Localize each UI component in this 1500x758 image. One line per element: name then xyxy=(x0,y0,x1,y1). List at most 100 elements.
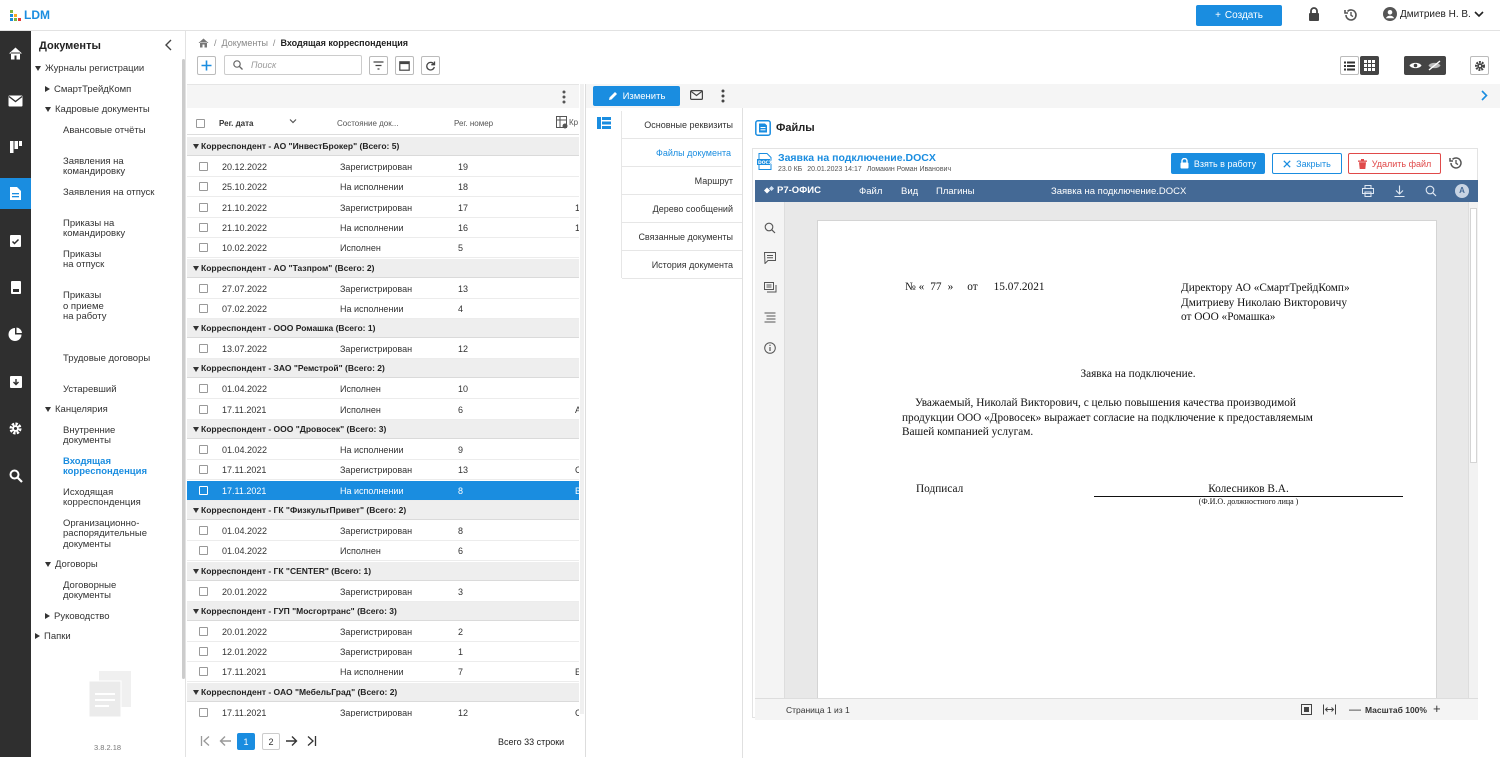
create-button[interactable]: + Создать xyxy=(1196,5,1282,26)
caret-down-icon[interactable] xyxy=(193,265,199,271)
app-logo[interactable]: LDM xyxy=(10,8,50,22)
nav-item[interactable]: Приказы о приеме на работу xyxy=(63,290,107,323)
table-group-header[interactable]: Корреспондент - ОАО "МебельГрад" (Всего:… xyxy=(187,682,579,702)
fit-width-icon[interactable] xyxy=(1323,704,1336,715)
nav-item[interactable]: Авансовые отчёты xyxy=(63,125,157,137)
table-group-header[interactable]: Корреспондент - ЗАО "Ремстрой" (Всего: 2… xyxy=(187,359,579,379)
caret-down-icon[interactable] xyxy=(193,366,199,372)
caret-down-icon[interactable] xyxy=(45,406,51,412)
archive-icon[interactable] xyxy=(0,366,31,397)
tab-message-tree[interactable]: Дерево сообщений xyxy=(622,195,742,223)
table-row[interactable]: 01.04.2022 Исполнен 6 xyxy=(187,541,579,562)
info-icon[interactable] xyxy=(764,342,776,354)
settings-button[interactable] xyxy=(1470,56,1489,75)
caret-down-icon[interactable] xyxy=(193,427,199,433)
filter-button[interactable] xyxy=(369,56,388,75)
nav-item[interactable]: Руководство xyxy=(45,611,185,623)
select-all-checkbox[interactable] xyxy=(196,119,205,128)
file-name-link[interactable]: Заявка на подключение.DOCX xyxy=(778,152,936,164)
page-1-button[interactable]: 1 xyxy=(237,733,255,750)
tab-main-details[interactable]: Основные реквизиты xyxy=(622,111,742,139)
tab-related-documents[interactable]: Связанные документы xyxy=(622,223,742,251)
table-row[interactable]: 01.04.2022 На исполнении 9 xyxy=(187,440,579,460)
row-checkbox[interactable] xyxy=(199,586,208,596)
row-checkbox[interactable] xyxy=(199,283,208,293)
table-row[interactable]: 13.07.2022 Зарегистрирован 12 xyxy=(187,339,579,360)
caret-right-icon[interactable] xyxy=(45,612,50,619)
nav-item[interactable]: Заявления на командировку xyxy=(63,156,157,178)
page-2-button[interactable]: 2 xyxy=(262,733,280,750)
chevron-right-icon[interactable] xyxy=(1480,90,1488,101)
last-page-icon[interactable] xyxy=(305,735,317,747)
table-row[interactable]: 20.01.2022 Зарегистрирован 2 xyxy=(187,622,579,642)
grid-view-button[interactable] xyxy=(1360,56,1379,75)
gear-icon[interactable] xyxy=(0,413,31,444)
first-page-icon[interactable] xyxy=(200,735,212,747)
table-row[interactable]: 21.10.2022 Зарегистрирован 17 1 xyxy=(187,198,579,218)
row-checkbox[interactable] xyxy=(199,303,208,313)
caret-down-icon[interactable] xyxy=(45,561,51,567)
more-vertical-icon[interactable] xyxy=(721,89,725,103)
nav-item[interactable]: Приказы на отпуск xyxy=(63,249,107,271)
table-group-header[interactable]: Корреспондент - ООО "Дровосек" (Всего: 3… xyxy=(187,420,579,439)
nav-item[interactable]: СмартТрейдКомп xyxy=(45,84,185,96)
caret-down-icon[interactable] xyxy=(193,689,199,695)
tasks-icon[interactable] xyxy=(0,225,31,256)
panel-splitter[interactable] xyxy=(585,84,586,757)
tab-document-files[interactable]: Файлы документа xyxy=(622,139,742,167)
row-checkbox[interactable] xyxy=(199,546,208,556)
home-icon[interactable] xyxy=(0,38,31,69)
row-checkbox[interactable] xyxy=(199,162,208,171)
column-header-extra[interactable]: Кр xyxy=(556,116,578,129)
search-icon[interactable] xyxy=(764,222,776,234)
mail-icon[interactable] xyxy=(0,85,31,116)
comment-icon[interactable] xyxy=(764,252,776,264)
print-icon[interactable] xyxy=(1362,185,1374,197)
nav-item[interactable]: Внутренние документы xyxy=(63,425,157,447)
table-group-header[interactable]: Корреспондент - ГУП "Мосгортранс" (Всего… xyxy=(187,601,579,621)
column-header-date[interactable]: Рег. дата xyxy=(219,119,253,128)
caret-down-icon[interactable] xyxy=(193,144,199,150)
refresh-button[interactable] xyxy=(421,56,440,75)
nav-item[interactable]: Входящая корреспонденция xyxy=(63,456,157,478)
caret-down-icon[interactable] xyxy=(193,609,199,615)
caret-right-icon[interactable] xyxy=(45,85,50,92)
download-icon[interactable] xyxy=(1394,185,1405,197)
table-row[interactable]: 07.02.2022 На исполнении 4 xyxy=(187,299,579,319)
nav-item[interactable]: Договоры xyxy=(45,559,185,571)
document-page[interactable]: № « 77 » от 15.07.2021 Директору АО «Сма… xyxy=(817,220,1437,698)
table-row[interactable]: 10.02.2022 Исполнен 5 xyxy=(187,238,579,259)
tab-document-history[interactable]: История документа xyxy=(622,251,742,279)
table-group-header[interactable]: Корреспондент - ООО Ромашка (Всего: 1) xyxy=(187,319,579,339)
nav-item[interactable]: Канцелярия xyxy=(45,404,185,416)
row-checkbox[interactable] xyxy=(199,384,208,394)
table-row[interactable]: 01.04.2022 Исполнен 10 xyxy=(187,379,579,400)
list-scrollbar[interactable] xyxy=(580,84,584,714)
nav-item[interactable]: Приказы на командировку xyxy=(63,218,157,240)
table-row[interactable]: 17.11.2021 Исполнен 6 А xyxy=(187,400,579,420)
edit-button[interactable]: Изменить xyxy=(593,86,680,106)
nav-item[interactable]: Устаревший xyxy=(63,384,157,396)
table-group-header[interactable]: Корреспондент - ГК "ФизкультПривет" (Все… xyxy=(187,500,579,520)
table-row[interactable]: 25.10.2022 На исполнении 18 xyxy=(187,177,579,198)
search-icon[interactable] xyxy=(0,460,31,491)
editor-scrollbar[interactable] xyxy=(1468,202,1478,698)
list-view-button[interactable] xyxy=(1340,56,1359,75)
book-icon[interactable] xyxy=(0,272,31,303)
table-group-header[interactable]: Корреспондент - АО "ИнвестБрокер" (Всего… xyxy=(187,137,579,156)
home-icon[interactable] xyxy=(198,38,209,48)
table-row[interactable]: 17.11.2021 На исполнении 7 Е xyxy=(187,662,579,683)
more-vertical-icon[interactable] xyxy=(562,90,566,104)
caret-down-icon[interactable] xyxy=(35,65,41,71)
column-header-status[interactable]: Состояние док... xyxy=(337,119,398,128)
caret-down-icon[interactable] xyxy=(193,326,199,332)
row-checkbox[interactable] xyxy=(199,707,208,717)
table-row[interactable]: 01.04.2022 Зарегистрирован 8 xyxy=(187,521,579,541)
editor-scroll-thumb[interactable] xyxy=(1470,208,1477,463)
tab-route[interactable]: Маршрут xyxy=(622,167,742,195)
zoom-out-icon[interactable]: — xyxy=(1349,702,1361,716)
editor-user-avatar[interactable]: А xyxy=(1455,184,1469,198)
editor-menu-file[interactable]: Файл xyxy=(859,186,882,197)
row-checkbox[interactable] xyxy=(199,243,208,253)
search-input[interactable]: Поиск xyxy=(224,55,362,75)
